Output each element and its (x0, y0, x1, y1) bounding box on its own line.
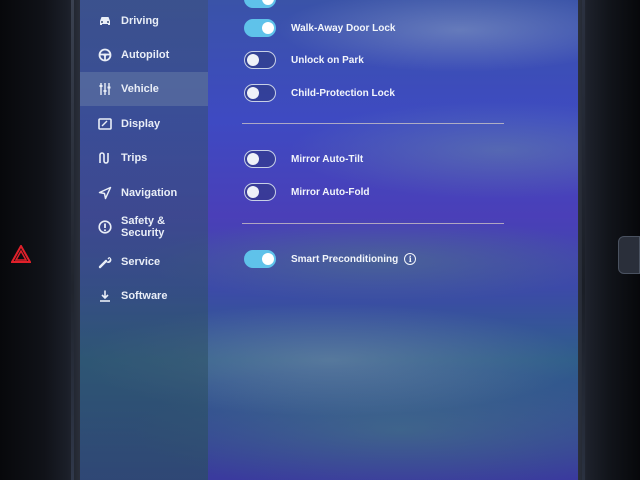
setting-label: Smart Preconditioning (291, 253, 399, 265)
section-divider (242, 223, 504, 224)
sidebar-item-trips[interactable]: Trips (80, 141, 208, 175)
sidebar-item-label: Trips (121, 152, 148, 164)
sidebar-item-navigation[interactable]: Navigation (80, 176, 208, 210)
sidebar-item-label: Service (121, 256, 161, 268)
sidebar-label-line1: Safety & (121, 215, 166, 227)
section-divider (242, 123, 504, 124)
steering-wheel-icon (98, 48, 112, 62)
sidebar-item-label: Navigation (121, 187, 178, 199)
download-icon (98, 289, 112, 303)
car-icon (98, 14, 112, 28)
wrench-icon (98, 255, 112, 269)
info-icon[interactable]: i (404, 253, 417, 265)
navigation-arrow-icon (98, 186, 112, 200)
walk-away-door-lock-toggle[interactable] (244, 19, 276, 37)
sidebar-item-label: Display (121, 118, 161, 130)
setting-label: Walk-Away Door Lock (291, 22, 396, 34)
setting-row-unlock-on-park: Unlock on Park (244, 50, 364, 70)
sliders-icon (98, 82, 112, 96)
setting-label: Mirror Auto-Tilt (291, 153, 364, 165)
sidebar-item-driving[interactable]: Driving (80, 4, 208, 38)
touchscreen: Driving Autopilot Vehicle Display Trips (80, 0, 578, 480)
setting-row-child-protection-lock: Child-Protection Lock (244, 83, 395, 103)
unlock-on-park-toggle[interactable] (244, 51, 276, 69)
hazard-icon[interactable] (11, 245, 31, 263)
mirror-auto-tilt-toggle[interactable] (244, 150, 276, 168)
sidebar-item-label: Software (121, 290, 168, 302)
sidebar-label-line2: Security (121, 227, 165, 239)
trips-icon (98, 151, 112, 165)
sidebar-item-label: Vehicle (121, 83, 159, 95)
setting-row-mirror-auto-tilt: Mirror Auto-Tilt (244, 149, 363, 169)
partial-toggle[interactable] (244, 0, 276, 8)
display-icon (98, 117, 112, 131)
sidebar-item-display[interactable]: Display (80, 107, 208, 141)
side-control (618, 236, 640, 274)
sidebar-item-service[interactable]: Service (80, 245, 208, 279)
setting-row-smart-preconditioning: Smart Preconditioning i (244, 249, 417, 269)
sidebar-item-label: Safety & Security (121, 215, 165, 239)
sidebar-item-safety-security[interactable]: Safety & Security (80, 210, 208, 244)
left-bezel (0, 0, 80, 480)
sidebar-item-label: Driving (121, 15, 159, 27)
setting-row-mirror-auto-fold: Mirror Auto-Fold (244, 182, 370, 202)
setting-label: Child-Protection Lock (291, 87, 395, 99)
alert-circle-icon (98, 220, 112, 234)
sidebar-item-autopilot[interactable]: Autopilot (80, 38, 208, 72)
mirror-auto-fold-toggle[interactable] (244, 183, 276, 201)
smart-preconditioning-toggle[interactable] (244, 250, 276, 268)
right-bezel (578, 0, 640, 480)
partial-setting-row (244, 0, 276, 9)
sidebar-item-label: Autopilot (121, 49, 170, 61)
sidebar-item-software[interactable]: Software (80, 279, 208, 313)
settings-sidebar: Driving Autopilot Vehicle Display Trips (80, 0, 208, 480)
setting-label: Unlock on Park (291, 54, 364, 66)
setting-row-walk-away-door-lock: Walk-Away Door Lock (244, 18, 395, 38)
setting-label: Mirror Auto-Fold (291, 186, 370, 198)
sidebar-item-vehicle[interactable]: Vehicle (80, 72, 208, 106)
child-protection-lock-toggle[interactable] (244, 84, 276, 102)
